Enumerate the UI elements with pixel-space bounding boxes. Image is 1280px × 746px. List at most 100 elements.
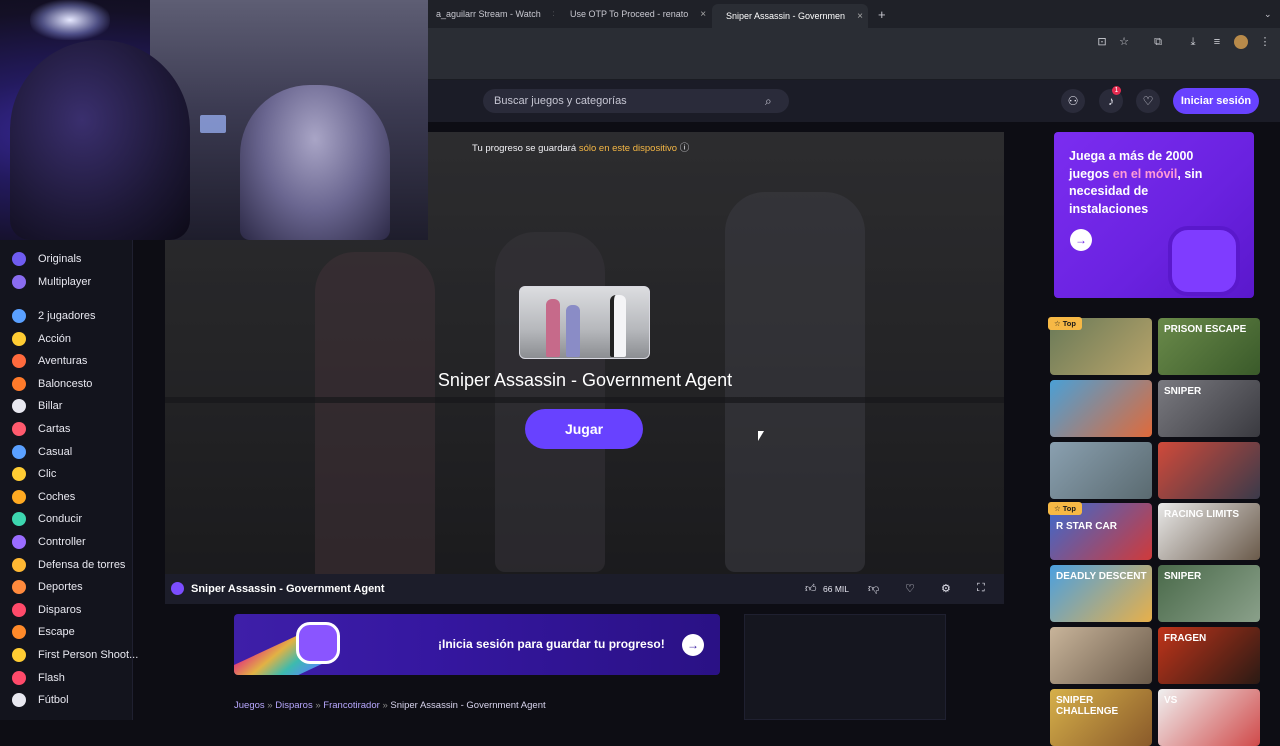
category-icon — [12, 354, 26, 369]
extensions-icon[interactable]: ⧉ — [1151, 35, 1165, 49]
breadcrumb-link[interactable]: Francotirador — [323, 700, 380, 711]
star-icon: ☆ — [1054, 504, 1061, 514]
sidebar-item[interactable]: First Person Shoot... — [12, 646, 138, 664]
game-tile[interactable]: PRISON ESCAPE — [1158, 318, 1260, 375]
sidebar-item[interactable]: Cartas — [12, 420, 70, 438]
game-tile[interactable] — [1050, 441, 1152, 499]
game-tile[interactable]: SNIPER CHALLENGE — [1050, 688, 1152, 746]
sidebar-item-label: Defensa de torres — [38, 558, 126, 571]
ad-highlight: en el móvil — [1112, 166, 1178, 181]
breadcrumb-separator: » — [267, 700, 273, 711]
heart-icon[interactable]: ♡ — [905, 582, 915, 595]
category-icon — [12, 535, 26, 549]
sidebar-item[interactable]: Acción — [12, 330, 71, 348]
sidebar-item[interactable]: Multiplayer — [12, 273, 91, 291]
sidebar-item[interactable]: Billar — [12, 397, 62, 415]
sidebar-item-label: Baloncesto — [38, 377, 93, 390]
media-icon[interactable]: ≡ — [1210, 35, 1224, 49]
banner-text: ¡Inicia sesión para guardar tu progreso! — [438, 637, 665, 651]
bookmark-star-icon[interactable]: ☆ — [1117, 35, 1131, 49]
sidebar-item[interactable]: Clic — [12, 465, 56, 483]
game-tile[interactable]: SNIPER — [1158, 379, 1260, 437]
category-icon — [12, 467, 26, 482]
login-button[interactable]: Iniciar sesión — [1173, 88, 1259, 114]
sidebar-item-label: Conducir — [38, 513, 83, 526]
category-icon — [12, 275, 26, 289]
game-tile[interactable] — [1050, 627, 1152, 684]
browser-tab[interactable]: a_aguilarr Stream - Watch × — [428, 4, 554, 24]
profile-avatar-icon[interactable] — [1234, 35, 1248, 49]
arrow-right-icon[interactable]: → — [1070, 229, 1092, 251]
kebab-menu-icon[interactable]: ⋮ — [1258, 35, 1272, 49]
close-icon[interactable]: × — [857, 11, 863, 22]
category-icon — [12, 376, 26, 391]
top-badge-label: Top — [1062, 319, 1076, 328]
progress-note: Tu progreso se guardará sólo en este dis… — [472, 140, 689, 154]
arrow-right-icon[interactable]: → — [682, 634, 704, 656]
sidebar-item-label: First Person Shoot... — [38, 649, 139, 661]
browser-tab-active[interactable]: Sniper Assassin - Governmen × — [712, 4, 868, 28]
heart-icon: ♡ — [1142, 94, 1154, 108]
sidebar-item[interactable]: Conducir — [12, 510, 82, 528]
category-icon — [12, 602, 26, 617]
new-tab-button[interactable]: + — [870, 4, 890, 24]
download-icon[interactable]: ⤓ — [1186, 35, 1200, 49]
game-tile[interactable]: DEADLY DESCENT — [1050, 565, 1152, 623]
game-tile-label: VS — [1164, 694, 1178, 706]
close-icon[interactable]: × — [553, 9, 554, 20]
play-button[interactable]: Jugar — [525, 409, 643, 449]
category-icon — [12, 331, 26, 346]
sidebar-item[interactable]: Flash — [12, 669, 65, 687]
breadcrumb-separator: » — [382, 700, 388, 711]
like-count: 66 MIL — [823, 584, 849, 594]
game-tile[interactable] — [1158, 441, 1260, 499]
sidebar-item[interactable]: Casual — [12, 443, 72, 461]
sidebar-item[interactable]: Coches — [12, 488, 75, 506]
sidebar-item-label: Deportes — [38, 581, 83, 594]
sidebar-item[interactable]: Aventuras — [12, 352, 87, 370]
webcam-light — [30, 0, 110, 40]
top-badge-label: Top — [1062, 504, 1076, 514]
game-tile-label: SNIPER — [1164, 385, 1202, 397]
friends-button[interactable]: ⚇ — [1061, 89, 1085, 113]
game-tile[interactable]: RACING LIMITS — [1158, 503, 1260, 561]
sidebar-item-label: Multiplayer — [38, 276, 92, 288]
sidebar-item[interactable]: Controller — [12, 533, 86, 551]
game-tile-label: R STAR CAR — [1056, 521, 1117, 533]
game-tile[interactable]: FRAGEN — [1158, 627, 1260, 684]
poki-logo-icon — [171, 582, 184, 595]
game-tile[interactable]: VS — [1158, 688, 1260, 746]
sidebar-item[interactable]: 2 jugadores — [12, 307, 96, 325]
game-tile[interactable] — [1050, 379, 1152, 437]
category-icon — [12, 693, 26, 708]
sidebar-item[interactable]: Defensa de torres — [12, 556, 125, 574]
favorites-button[interactable]: ♡ — [1136, 89, 1160, 113]
breadcrumb-link[interactable]: Disparos — [275, 700, 313, 711]
sidebar-item[interactable]: Baloncesto — [12, 375, 92, 393]
game-tile-label: PRISON ESCAPE — [1164, 324, 1247, 335]
sidebar-item-label: Fútbol — [38, 694, 69, 707]
close-icon[interactable]: × — [700, 9, 706, 20]
thumbs-down-icon[interactable]: 👎︎ — [868, 582, 879, 595]
fullscreen-icon[interactable]: ⛶ — [977, 582, 985, 595]
game-tile[interactable]: SNIPER — [1158, 565, 1260, 623]
search-icon[interactable]: ⌕ — [765, 94, 772, 109]
sidebar-item[interactable]: Escape — [12, 623, 75, 641]
category-icon — [12, 489, 26, 504]
sidebar-item[interactable]: Fútbol — [12, 691, 69, 709]
tab-menu-chevron-icon[interactable]: ⌄ — [1256, 4, 1276, 24]
progress-prefix: Tu progreso se guardará — [472, 143, 577, 154]
install-icon[interactable]: ⊡ — [1095, 35, 1109, 49]
help-icon[interactable]: ⓘ — [680, 143, 690, 154]
sidebar-item-label: Aventuras — [38, 355, 88, 368]
category-icon — [12, 444, 26, 459]
breadcrumb-link[interactable]: Juegos — [234, 700, 265, 711]
thumbs-up-icon[interactable]: 👍︎ — [805, 582, 817, 595]
sidebar-item[interactable]: Deportes — [12, 578, 83, 596]
sidebar-item[interactable]: Originals — [12, 250, 81, 268]
report-icon[interactable]: ⚙ — [941, 582, 951, 595]
sidebar-item[interactable]: Disparos — [12, 601, 81, 619]
browser-tab[interactable]: Use OTP To Proceed - renato × — [556, 4, 710, 24]
webcam-overlay — [0, 0, 428, 240]
star-icon: ☆ — [1054, 319, 1061, 328]
